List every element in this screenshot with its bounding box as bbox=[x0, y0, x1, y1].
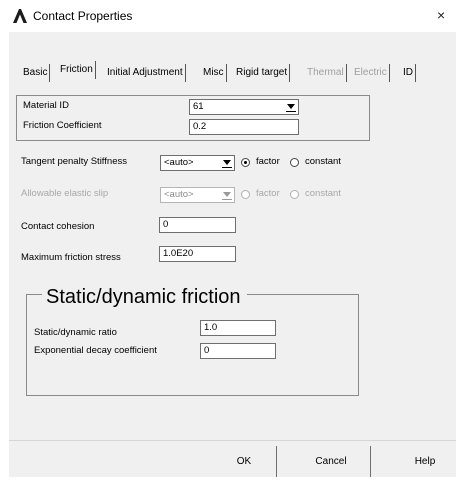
exponential-decay-field[interactable]: 0 bbox=[200, 343, 276, 359]
tab-friction[interactable]: Friction bbox=[59, 61, 96, 79]
contact-cohesion-field[interactable]: 0 bbox=[159, 217, 236, 233]
contact-cohesion-label: Contact cohesion bbox=[21, 221, 95, 232]
slip-factor-radio bbox=[241, 190, 250, 199]
cancel-button[interactable]: Cancel bbox=[296, 443, 366, 477]
tangent-constant-radio[interactable] bbox=[290, 158, 299, 167]
friction-coefficient-label: Friction Coefficient bbox=[23, 120, 102, 131]
slip-constant-label: constant bbox=[305, 188, 341, 199]
material-id-label: Material ID bbox=[23, 100, 69, 111]
allowable-slip-label: Allowable elastic slip bbox=[21, 188, 109, 199]
tangent-factor-radio[interactable] bbox=[241, 158, 250, 167]
static-dynamic-ratio-field[interactable]: 1.0 bbox=[200, 320, 276, 336]
slip-factor-label: factor bbox=[256, 188, 280, 199]
close-icon[interactable]: × bbox=[437, 7, 445, 23]
max-friction-stress-field[interactable]: 1.0E20 bbox=[159, 246, 236, 262]
tab-electric: Electric bbox=[353, 64, 390, 82]
chevron-down-icon bbox=[220, 188, 234, 202]
static-dynamic-group-title: Static/dynamic friction bbox=[42, 286, 247, 308]
tab-initial-adjustment[interactable]: Initial Adjustment bbox=[106, 64, 186, 82]
ansys-logo-icon bbox=[13, 9, 27, 23]
tangent-penalty-dropdown[interactable]: <auto> bbox=[160, 155, 235, 171]
help-button[interactable]: Help bbox=[395, 443, 455, 477]
exponential-decay-label: Exponential decay coefficient bbox=[34, 345, 157, 356]
tab-rigid-target[interactable]: Rigid target bbox=[235, 64, 291, 82]
tab-misc[interactable]: Misc bbox=[202, 64, 227, 82]
material-id-value: 61 bbox=[193, 101, 204, 112]
material-id-dropdown[interactable]: 61 bbox=[189, 99, 299, 115]
tangent-factor-label: factor bbox=[256, 156, 280, 167]
allowable-slip-dropdown: <auto> bbox=[160, 187, 235, 203]
button-separator bbox=[370, 446, 371, 477]
chevron-down-icon[interactable] bbox=[220, 156, 234, 170]
allowable-slip-value: <auto> bbox=[164, 189, 194, 200]
tab-basic[interactable]: Basic bbox=[22, 64, 51, 82]
tab-id[interactable]: ID bbox=[402, 64, 416, 82]
friction-coefficient-field[interactable]: 0.2 bbox=[189, 119, 299, 135]
title-bar: Contact Properties × bbox=[0, 0, 456, 32]
tab-thermal: Thermal bbox=[306, 64, 347, 82]
button-separator bbox=[276, 446, 277, 477]
window-title: Contact Properties bbox=[33, 9, 133, 23]
max-friction-stress-label: Maximum friction stress bbox=[21, 252, 121, 263]
ok-button[interactable]: OK bbox=[214, 443, 274, 477]
static-dynamic-ratio-label: Static/dynamic ratio bbox=[34, 327, 117, 338]
tangent-constant-label: constant bbox=[305, 156, 341, 167]
chevron-down-icon[interactable] bbox=[284, 100, 298, 114]
tangent-penalty-value: <auto> bbox=[164, 157, 194, 168]
radio-selected-dot bbox=[244, 161, 247, 164]
tangent-penalty-label: Tangent penalty Stiffness bbox=[21, 156, 127, 167]
slip-constant-radio bbox=[290, 190, 299, 199]
